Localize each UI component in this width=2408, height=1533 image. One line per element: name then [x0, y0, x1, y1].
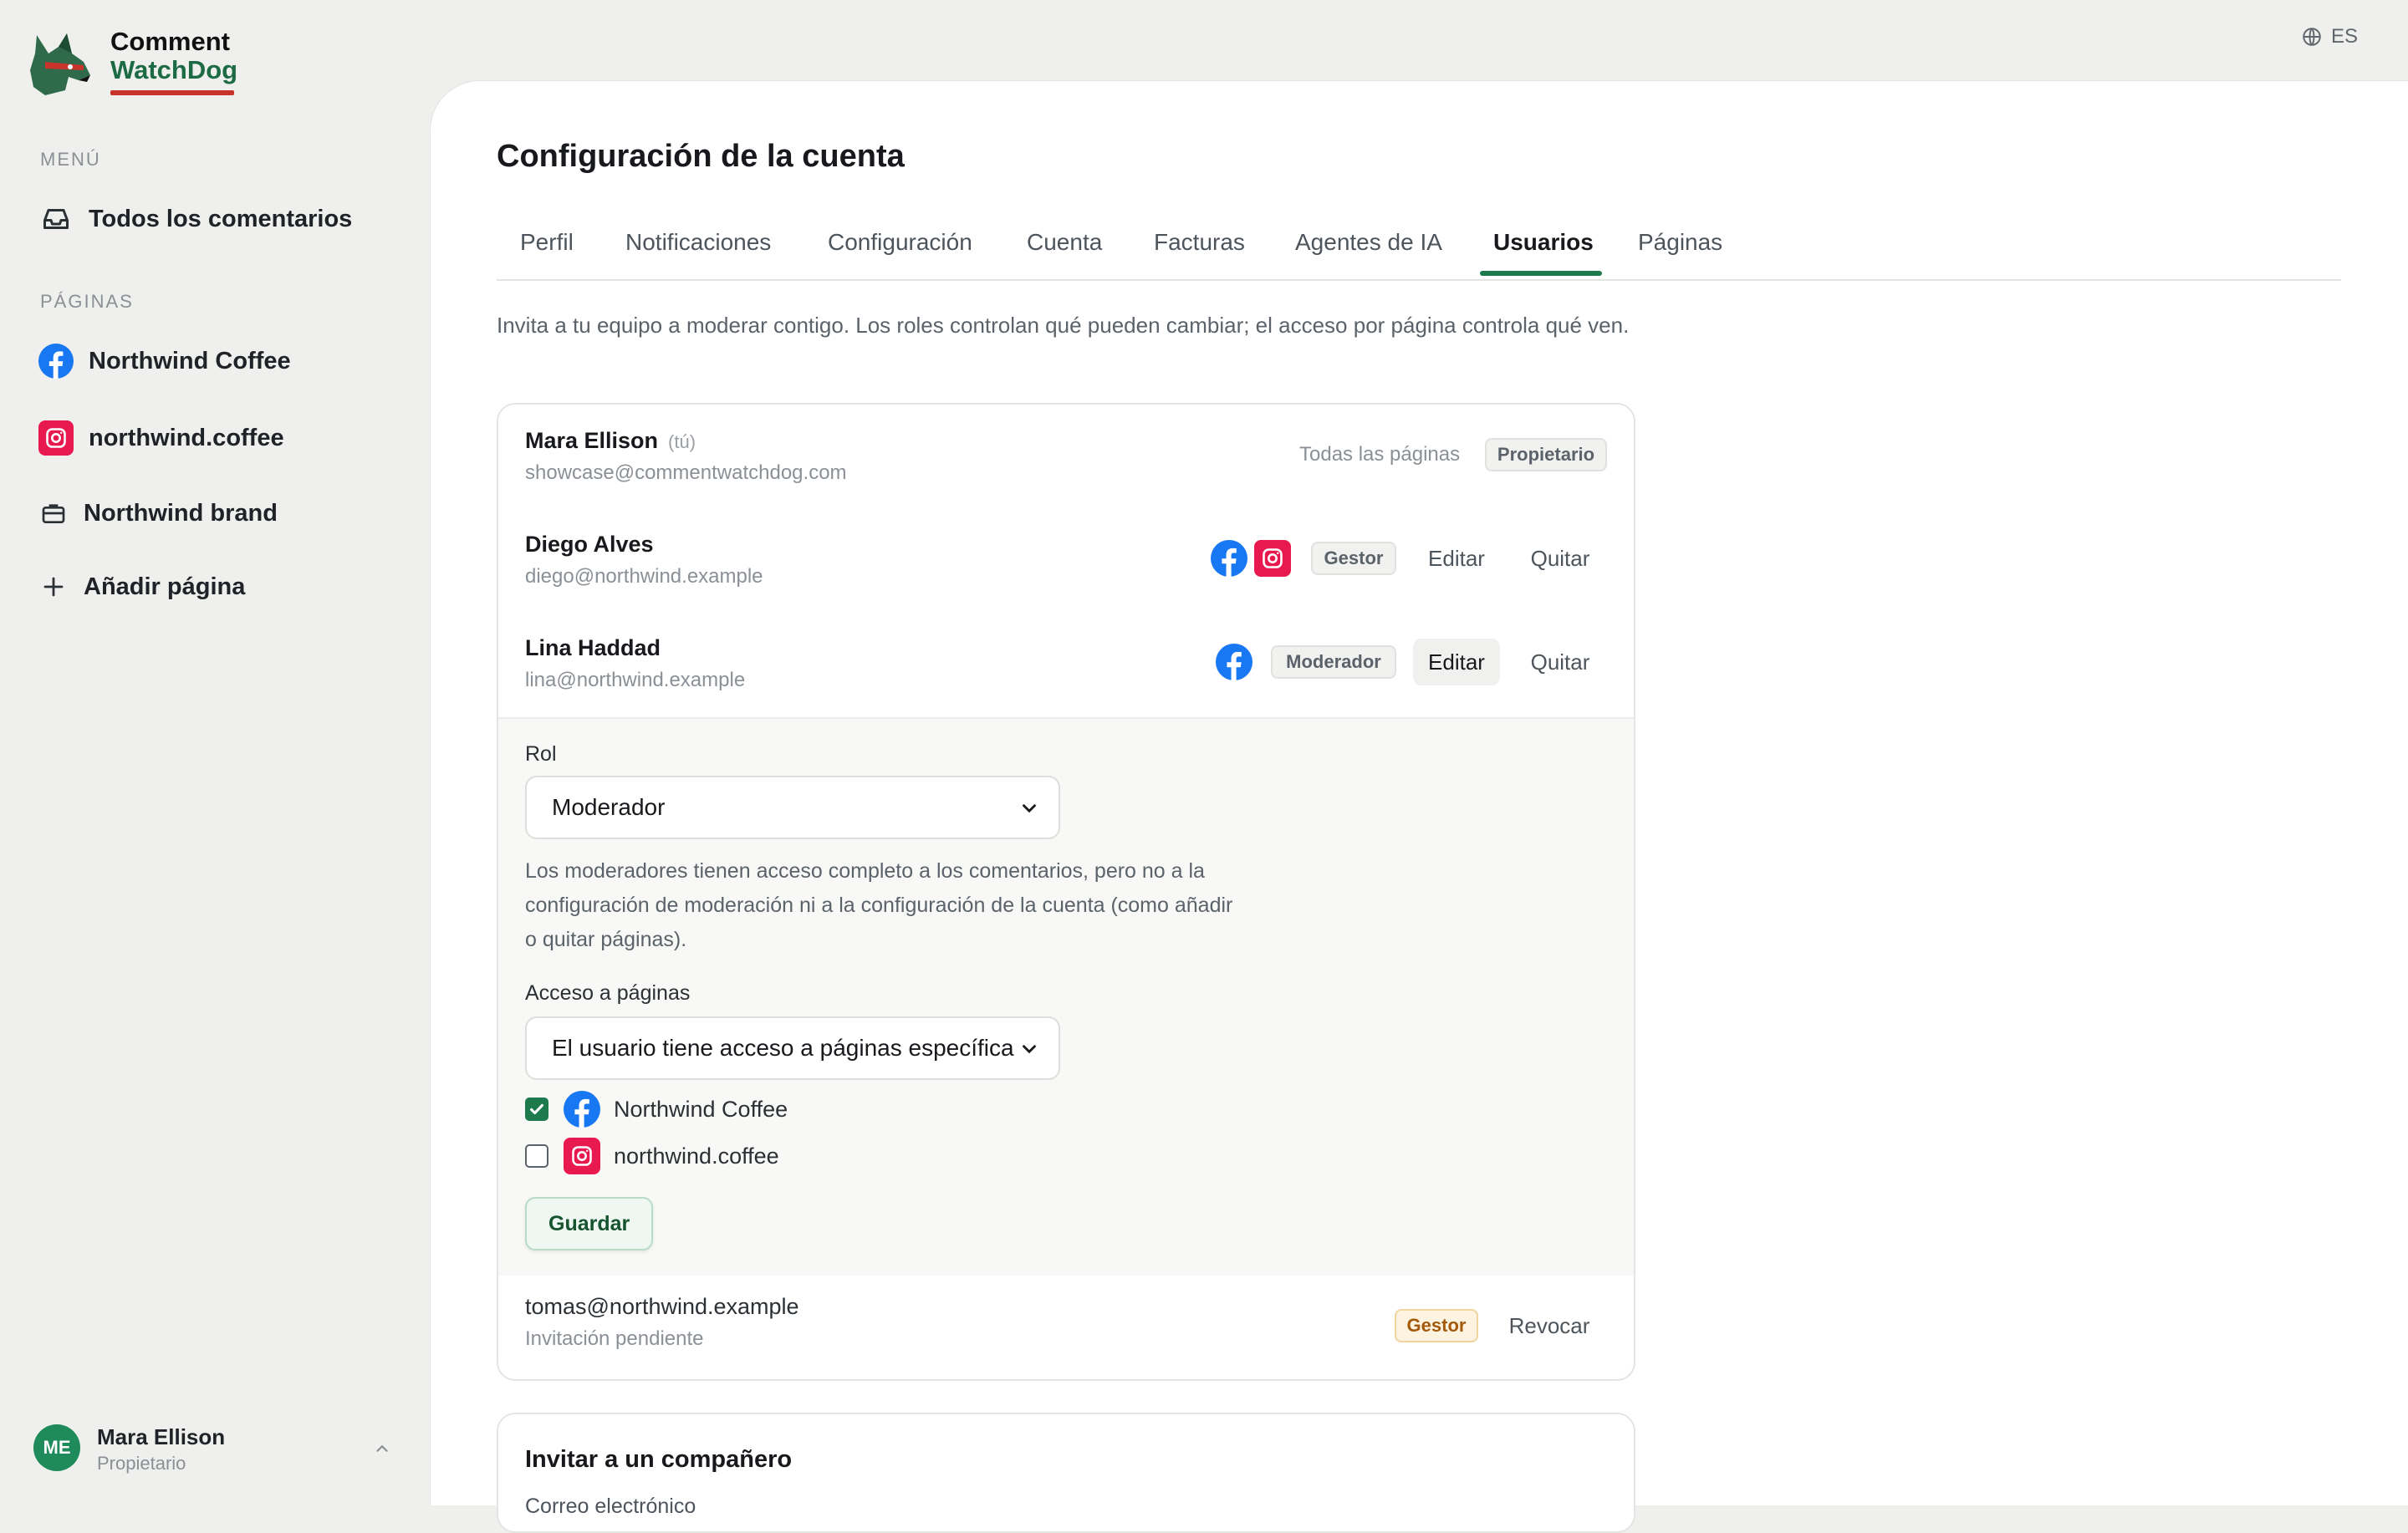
tab-pages[interactable]: Páginas [1638, 229, 1722, 256]
user-row-email: showcase@commentwatchdog.com [525, 461, 847, 484]
brand-name-line1: Comment [110, 27, 230, 56]
user-row-email: diego@northwind.example [525, 565, 763, 588]
edit-user-panel: Rol Moderador Los moderadores tienen acc… [498, 717, 1634, 1276]
facebook-icon [1211, 540, 1247, 577]
tab-account[interactable]: Cuenta [1027, 229, 1102, 256]
remove-user-button[interactable]: Quitar [1517, 639, 1604, 685]
user-row-name: Mara Ellison [525, 428, 659, 453]
revoke-invite-button[interactable]: Revocar [1495, 1302, 1604, 1349]
plus-icon [38, 569, 69, 604]
checkbox-unchecked[interactable] [525, 1144, 548, 1168]
tab-invoices[interactable]: Facturas [1154, 229, 1245, 256]
checkmark-icon [530, 1103, 543, 1115]
page-option-label: northwind.coffee [614, 1143, 779, 1169]
chevron-up-icon [376, 1444, 388, 1452]
add-page-label: Añadir página [84, 573, 246, 600]
nav-page-northwind-coffee-ig[interactable]: northwind.coffee [38, 413, 284, 463]
menu-section-label: MENÚ [40, 149, 101, 170]
user-row-name: Lina Haddad [525, 635, 661, 660]
user-menu[interactable]: ME Mara Ellison Propietario [33, 1424, 401, 1474]
page-scope-label: Todas las páginas [1299, 443, 1461, 466]
facebook-icon [564, 1091, 600, 1128]
inbox-icon [38, 201, 74, 237]
language-code: ES [2331, 25, 2359, 48]
page-option-label: Northwind Coffee [614, 1096, 788, 1122]
nav-page-northwind-brand[interactable]: Northwind brand [38, 488, 278, 538]
role-badge: Moderador [1271, 645, 1396, 679]
nav-page-label: Northwind Coffee [89, 347, 291, 374]
pages-section-label: PÁGINAS [40, 291, 134, 312]
add-page-button[interactable]: Añadir página [38, 562, 245, 612]
tab-ai-agents[interactable]: Agentes de IA [1295, 229, 1442, 256]
users-intro-text: Invita a tu equipo a moderar contigo. Lo… [497, 313, 1630, 338]
page-access-option[interactable]: Northwind Coffee [525, 1090, 788, 1128]
invite-email-label: Correo electrónico [525, 1495, 696, 1518]
role-select-value: Moderador [552, 794, 666, 820]
save-button[interactable]: Guardar [525, 1197, 654, 1250]
user-row-name: Diego Alves [525, 532, 654, 557]
role-badge: Gestor [1311, 542, 1396, 575]
pending-role-badge: Gestor [1395, 1309, 1478, 1342]
instagram-icon [564, 1138, 600, 1174]
language-switcher[interactable]: ES [2301, 25, 2358, 48]
edit-user-button[interactable]: Editar [1413, 535, 1500, 582]
watchdog-logo-icon [30, 33, 90, 95]
tab-profile[interactable]: Perfil [520, 229, 574, 256]
users-card: Mara Ellison (tú) showcase@commentwatchdo… [497, 403, 1635, 1381]
page-title: Configuración de la cuenta [497, 139, 905, 174]
chevron-down-icon [1023, 1045, 1036, 1054]
facebook-icon [1216, 644, 1252, 680]
role-badge: Propietario [1485, 438, 1607, 471]
briefcase-icon [38, 496, 69, 531]
remove-user-button[interactable]: Quitar [1517, 535, 1604, 582]
role-select[interactable]: Moderador [525, 776, 1060, 839]
user-name: Mara Ellison [97, 1424, 226, 1449]
avatar: ME [33, 1424, 80, 1471]
edit-user-button[interactable]: Editar [1413, 639, 1500, 685]
sidebar: Comment WatchDog MENÚ Todos los comentar… [0, 0, 428, 1505]
brand-name-line2: WatchDog [110, 55, 238, 84]
checkbox-checked[interactable] [525, 1098, 548, 1121]
settings-tabs: Perfil Notificaciones Configuración Cuen… [497, 226, 2341, 281]
tab-configuration[interactable]: Configuración [828, 229, 972, 256]
nav-all-comments-label: Todos los comentarios [89, 205, 353, 232]
pending-invite-status: Invitación pendiente [525, 1327, 704, 1350]
role-help-text: Los moderadores tienen acceso completo a… [525, 859, 1233, 951]
pending-invite-email: tomas@northwind.example [525, 1294, 799, 1319]
active-tab-indicator [1480, 271, 1602, 276]
facebook-icon [38, 344, 74, 379]
nav-page-label: northwind.coffee [89, 424, 284, 451]
page-access-option[interactable]: northwind.coffee [525, 1137, 779, 1175]
user-row-owner: Mara Ellison (tú) [525, 428, 696, 454]
nav-page-northwind-coffee[interactable]: Northwind Coffee [38, 336, 291, 386]
page-access-value: El usuario tiene acceso a páginas especí… [552, 1035, 1014, 1061]
globe-icon [2303, 28, 2321, 46]
nav-all-comments[interactable]: Todos los comentarios [38, 194, 352, 244]
nav-page-label: Northwind brand [84, 499, 278, 527]
invite-teammate-card: Invitar a un compañero Correo electrónic… [497, 1413, 1635, 1533]
chevron-down-icon [1023, 804, 1036, 813]
instagram-icon [38, 420, 74, 456]
tab-notifications[interactable]: Notificaciones [625, 229, 771, 256]
instagram-icon [1254, 540, 1291, 577]
tab-users[interactable]: Usuarios [1493, 229, 1594, 256]
invite-title: Invitar a un compañero [525, 1446, 793, 1473]
you-marker: (tú) [668, 431, 696, 452]
user-role: Propietario [97, 1453, 186, 1474]
page-access-select[interactable]: El usuario tiene acceso a páginas especí… [525, 1016, 1060, 1080]
brand-underline [110, 90, 234, 95]
role-field-label: Rol [525, 742, 557, 766]
brand-logo[interactable]: Comment WatchDog [25, 25, 242, 100]
page-access-label: Acceso a páginas [525, 981, 691, 1005]
user-row-email: lina@northwind.example [525, 669, 746, 691]
